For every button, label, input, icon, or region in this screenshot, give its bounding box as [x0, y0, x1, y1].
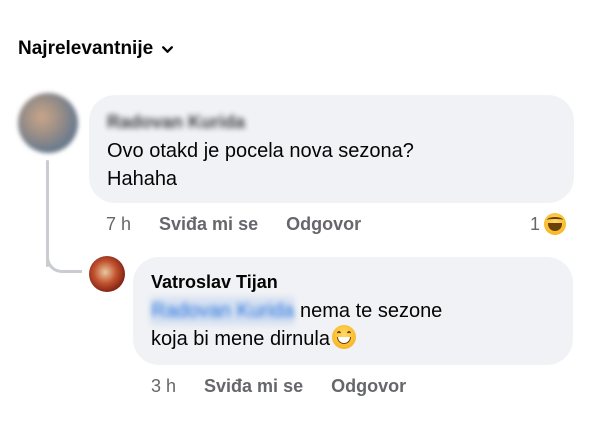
- comment-text: Radovan Kurida nema te sezone koja bi men…: [151, 297, 555, 353]
- chevron-down-icon: [162, 45, 174, 53]
- comment-text-line: nema te sezone: [294, 300, 443, 322]
- grinning-emoji-icon: [332, 325, 356, 349]
- reply-button[interactable]: Odgovor: [331, 376, 406, 397]
- reaction-summary[interactable]: 1: [530, 213, 567, 235]
- avatar[interactable]: [89, 256, 125, 292]
- comment-author[interactable]: Vatroslav Tijan: [151, 271, 555, 293]
- mention-link[interactable]: Radovan Kurida: [151, 297, 295, 325]
- reaction-count: 1: [530, 213, 541, 234]
- comment-actions: 7 h Sviđa mi se Odgovor: [106, 214, 361, 235]
- comment-author[interactable]: Radovan Kurida: [107, 111, 556, 133]
- reply-bubble: Vatroslav Tijan Radovan Kurida nema te s…: [133, 257, 573, 365]
- sort-dropdown[interactable]: Najrelevantnije: [18, 38, 174, 60]
- thread-connector: [46, 245, 82, 273]
- like-button[interactable]: Sviđa mi se: [159, 214, 258, 235]
- haha-emoji-icon: [544, 213, 567, 235]
- comment-timestamp[interactable]: 7 h: [106, 214, 131, 235]
- reply-button[interactable]: Odgovor: [286, 214, 361, 235]
- like-button[interactable]: Sviđa mi se: [204, 376, 303, 397]
- sort-label: Najrelevantnije: [18, 38, 154, 59]
- avatar[interactable]: [18, 93, 78, 153]
- comment-text: Ovo otakd je pocela nova sezona? Hahaha: [107, 140, 414, 190]
- comment-timestamp[interactable]: 3 h: [151, 376, 176, 397]
- comment-text-line: koja bi mene dirnula: [151, 328, 330, 350]
- comment-actions: 3 h Sviđa mi se Odgovor: [151, 376, 406, 397]
- comment-bubble: Radovan Kurida Ovo otakd je pocela nova …: [89, 95, 574, 203]
